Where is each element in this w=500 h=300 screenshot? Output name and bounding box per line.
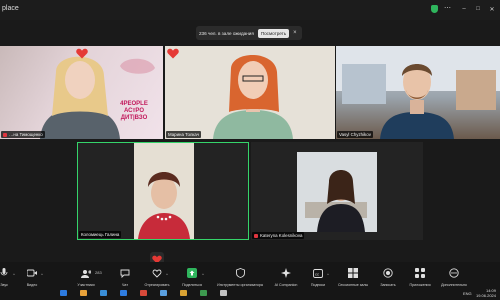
windows-start-icon[interactable] [60, 290, 67, 296]
waiting-room-text: 236 чел. в зале ожидания [199, 30, 254, 36]
share-screen-button[interactable]: Поделиться [172, 268, 212, 287]
participant-name-tag: Коломиець Галина [79, 231, 122, 238]
shield-icon[interactable] [431, 5, 438, 13]
app-title: place [2, 5, 19, 12]
mic-muted-icon [3, 132, 7, 137]
chat-icon [120, 268, 130, 278]
system-clock[interactable]: 14:09 19.06.2024 [476, 288, 496, 298]
more-icon[interactable]: ⋯ [444, 5, 454, 13]
more-icon [449, 268, 459, 278]
video-tile-2[interactable]: Марина Толкач [165, 46, 335, 139]
titlebar-controls: ⋯ – □ ✕ [431, 5, 496, 13]
app-icon[interactable] [220, 290, 227, 296]
waiting-room-banner: 236 чел. в зале ожидания Посмотреть × [196, 26, 302, 40]
ai-companion-icon [281, 268, 291, 278]
video-tile-5[interactable]: Kateryna Kolesnikova [251, 142, 423, 240]
react-button[interactable]: Отреагировать [137, 268, 177, 287]
close-banner-icon[interactable]: × [293, 30, 297, 36]
app-icon[interactable] [200, 290, 207, 296]
video-tile-active-speaker[interactable]: Коломиець Галина [77, 142, 249, 240]
participants-icon [81, 268, 91, 278]
participant-name-tag: Vasyl Chyzhikov [337, 131, 373, 138]
video-tile-3[interactable]: Vasyl Chyzhikov [336, 46, 500, 139]
zoom-app-icon[interactable] [120, 290, 127, 296]
participant-video-4 [134, 143, 194, 239]
participant-video-5 [297, 152, 377, 232]
app-icon[interactable] [140, 290, 147, 296]
captions-options-caret[interactable]: ^ [327, 272, 329, 277]
heart-reaction-icon [76, 48, 88, 59]
heart-reaction-icon [167, 48, 179, 59]
background-brand-text: 4PEOPLE АСтРО ДИТ|ВЗО [120, 101, 148, 121]
video-tile-1[interactable]: 4PEOPLE АСтРО ДИТ|ВЗО …на Тимощенко [0, 46, 163, 139]
captions-icon: cc [313, 268, 323, 278]
captions-button[interactable]: cc Подписи [298, 268, 338, 287]
file-explorer-icon[interactable] [80, 290, 87, 296]
svg-text:cc: cc [315, 271, 319, 276]
participant-name-tag: Марина Толкач [166, 131, 202, 138]
participant-video-1 [40, 56, 155, 139]
app-icon[interactable] [180, 290, 187, 296]
close-icon[interactable]: ✕ [488, 6, 496, 13]
participant-name-tag: …на Тимощенко [1, 131, 45, 138]
breakout-rooms-button[interactable]: Сессионные залы [333, 268, 373, 287]
breakout-rooms-icon [348, 268, 358, 278]
host-tools-icon [235, 268, 245, 278]
view-waiting-room-button[interactable]: Посмотреть [257, 28, 290, 38]
host-tools-button[interactable]: Инструменты организатора [217, 268, 263, 287]
mic-muted-icon [254, 233, 258, 238]
app-icon[interactable] [160, 290, 167, 296]
participant-video-2 [165, 46, 335, 139]
video-button[interactable]: Видео [12, 268, 52, 287]
apps-icon [415, 268, 425, 278]
participants-count: 283 [95, 270, 102, 275]
share-screen-icon [187, 268, 197, 278]
keyboard-language[interactable]: ENG [463, 291, 472, 296]
os-taskbar-icons [60, 290, 227, 296]
reaction-icon [152, 268, 162, 278]
react-options-caret[interactable]: ^ [166, 272, 168, 277]
video-options-caret[interactable]: ^ [41, 272, 43, 277]
record-icon [383, 268, 393, 278]
maximize-icon[interactable]: □ [474, 6, 482, 12]
participant-video-3 [336, 46, 500, 139]
video-camera-icon [27, 268, 37, 278]
window-titlebar: place ⋯ – □ ✕ [0, 0, 500, 20]
participant-name-tag: Kateryna Kolesnikova [252, 232, 305, 239]
more-button[interactable]: Дополнительно [434, 268, 474, 287]
minimize-icon[interactable]: – [460, 6, 468, 12]
microphone-icon [0, 268, 9, 278]
browser-icon[interactable] [100, 290, 107, 296]
share-options-caret[interactable]: ^ [202, 272, 204, 277]
